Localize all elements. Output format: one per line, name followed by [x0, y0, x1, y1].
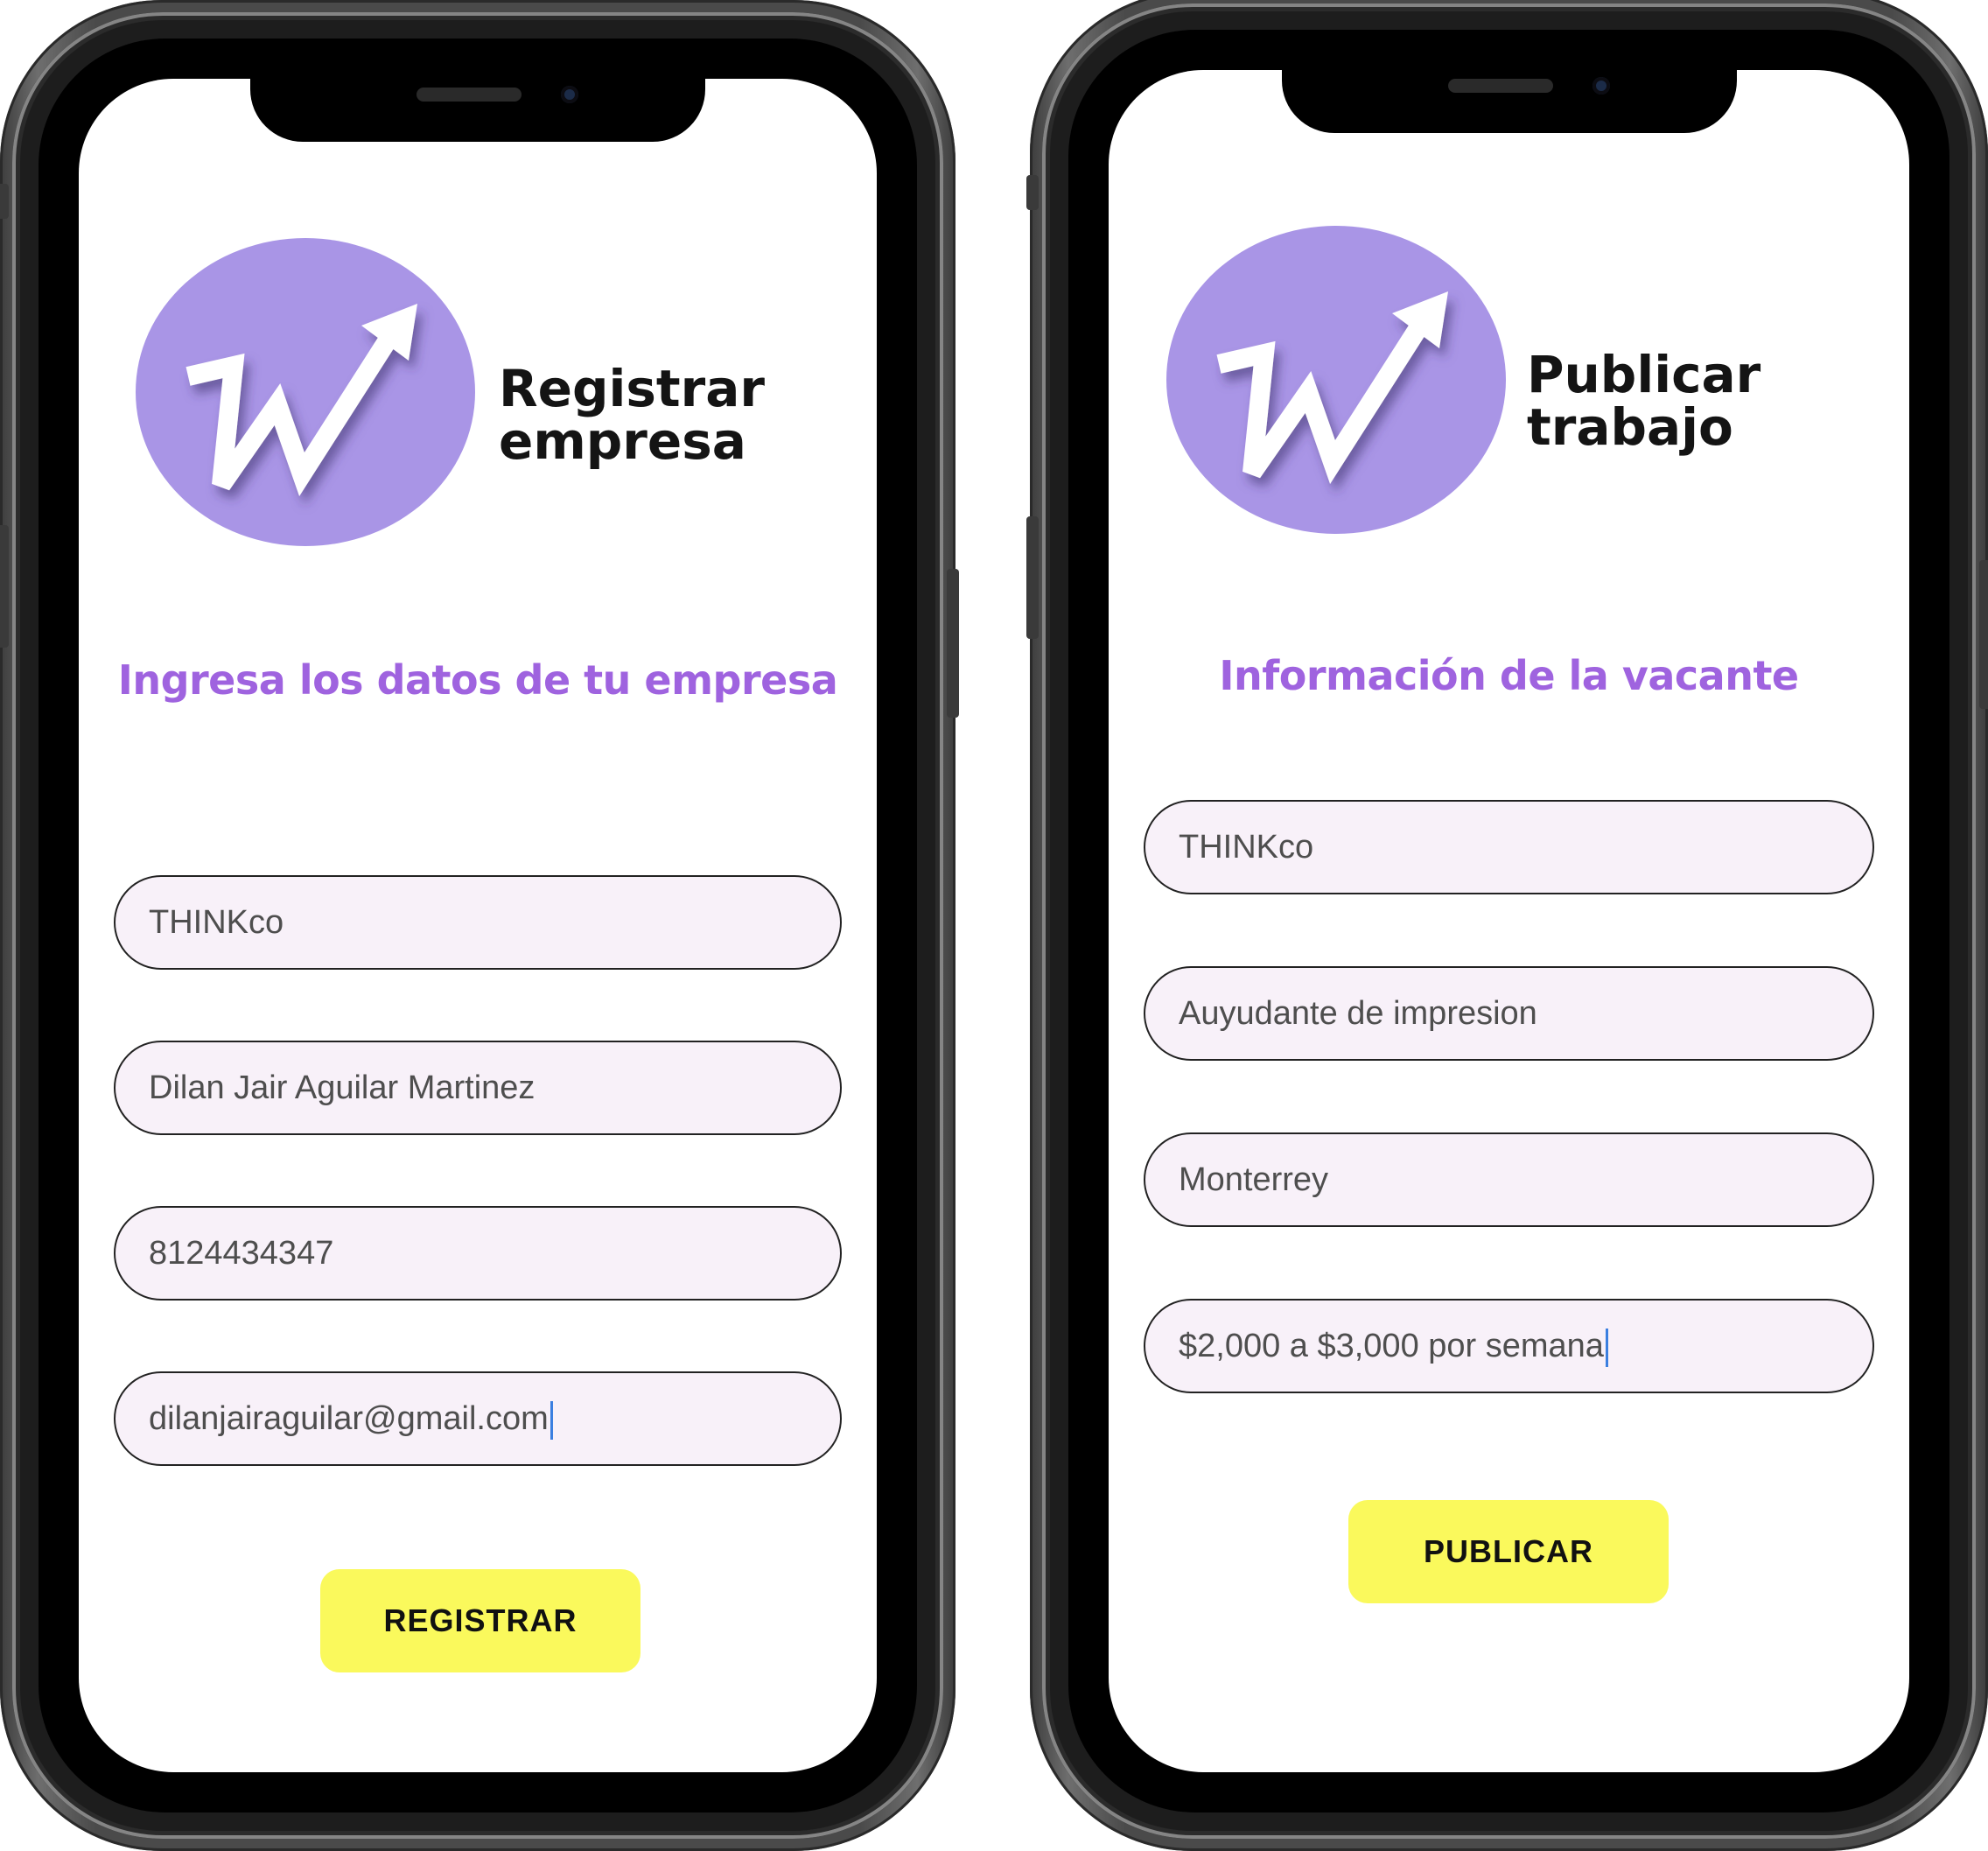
- publish-button[interactable]: PUBLICAR: [1348, 1500, 1669, 1603]
- email-field[interactable]: dilanjairaguilar@gmail.com: [114, 1371, 842, 1466]
- page-title: Registrar empresa: [499, 362, 765, 467]
- volume-button: [0, 525, 9, 648]
- speaker-grille: [1447, 79, 1553, 93]
- register-button[interactable]: REGISTRAR: [320, 1569, 640, 1672]
- field-value: THINKco: [149, 904, 284, 941]
- phone-field[interactable]: 8124434347: [114, 1206, 842, 1301]
- power-button: [947, 569, 959, 718]
- field-value: 8124434347: [149, 1235, 334, 1272]
- screen: Publicar trabajo Información de la vacan…: [1109, 70, 1909, 1772]
- phone-publish-job: Publicar trabajo Información de la vacan…: [1026, 0, 1988, 1851]
- text-caret: [1605, 1328, 1608, 1367]
- field-value: dilanjairaguilar@gmail.com: [149, 1400, 549, 1437]
- screen: Registrar empresa Ingresa los datos de t…: [79, 79, 877, 1772]
- job-title-field[interactable]: Auyudante de impresion: [1144, 966, 1874, 1061]
- power-button: [1979, 560, 1988, 709]
- title-line-2: empresa: [499, 411, 746, 471]
- company-field[interactable]: THINKco: [1144, 800, 1874, 894]
- front-camera-icon: [561, 86, 578, 103]
- notch: [250, 79, 705, 142]
- w-growth-arrow-logo: [186, 304, 417, 496]
- form-heading: Información de la vacante: [1219, 652, 1799, 699]
- notch: [1281, 70, 1737, 133]
- title-line-1: Registrar: [499, 359, 765, 418]
- phone-register-company: Registrar empresa Ingresa los datos de t…: [0, 0, 959, 1851]
- mute-switch: [1026, 175, 1039, 210]
- field-value: $2,000 a $3,000 por semana: [1179, 1328, 1604, 1364]
- page-title: Publicar trabajo: [1527, 348, 1760, 453]
- field-value: Dilan Jair Aguilar Martinez: [149, 1069, 536, 1106]
- field-value: THINKco: [1179, 829, 1314, 866]
- mute-switch: [0, 184, 9, 219]
- field-value: Auyudante de impresion: [1179, 995, 1537, 1032]
- contact-name-field[interactable]: Dilan Jair Aguilar Martinez: [114, 1041, 842, 1135]
- w-growth-arrow-logo: [1216, 291, 1448, 484]
- salary-field[interactable]: $2,000 a $3,000 por semana: [1144, 1299, 1874, 1393]
- speaker-grille: [416, 88, 522, 102]
- app-logo: [1166, 226, 1506, 534]
- location-field[interactable]: Monterrey: [1144, 1132, 1874, 1227]
- text-caret: [550, 1400, 553, 1440]
- front-camera-icon: [1592, 77, 1610, 95]
- title-line-2: trabajo: [1527, 397, 1733, 457]
- company-name-field[interactable]: THINKco: [114, 875, 842, 970]
- field-text-wrap: $2,000 a $3,000 por semana: [1179, 1301, 1608, 1392]
- form-heading: Ingresa los datos de tu empresa: [117, 656, 838, 704]
- field-value: Monterrey: [1179, 1161, 1329, 1198]
- app-logo: [136, 238, 475, 546]
- field-text-wrap: dilanjairaguilar@gmail.com: [149, 1373, 553, 1464]
- volume-button: [1026, 516, 1039, 639]
- title-line-1: Publicar: [1527, 345, 1761, 404]
